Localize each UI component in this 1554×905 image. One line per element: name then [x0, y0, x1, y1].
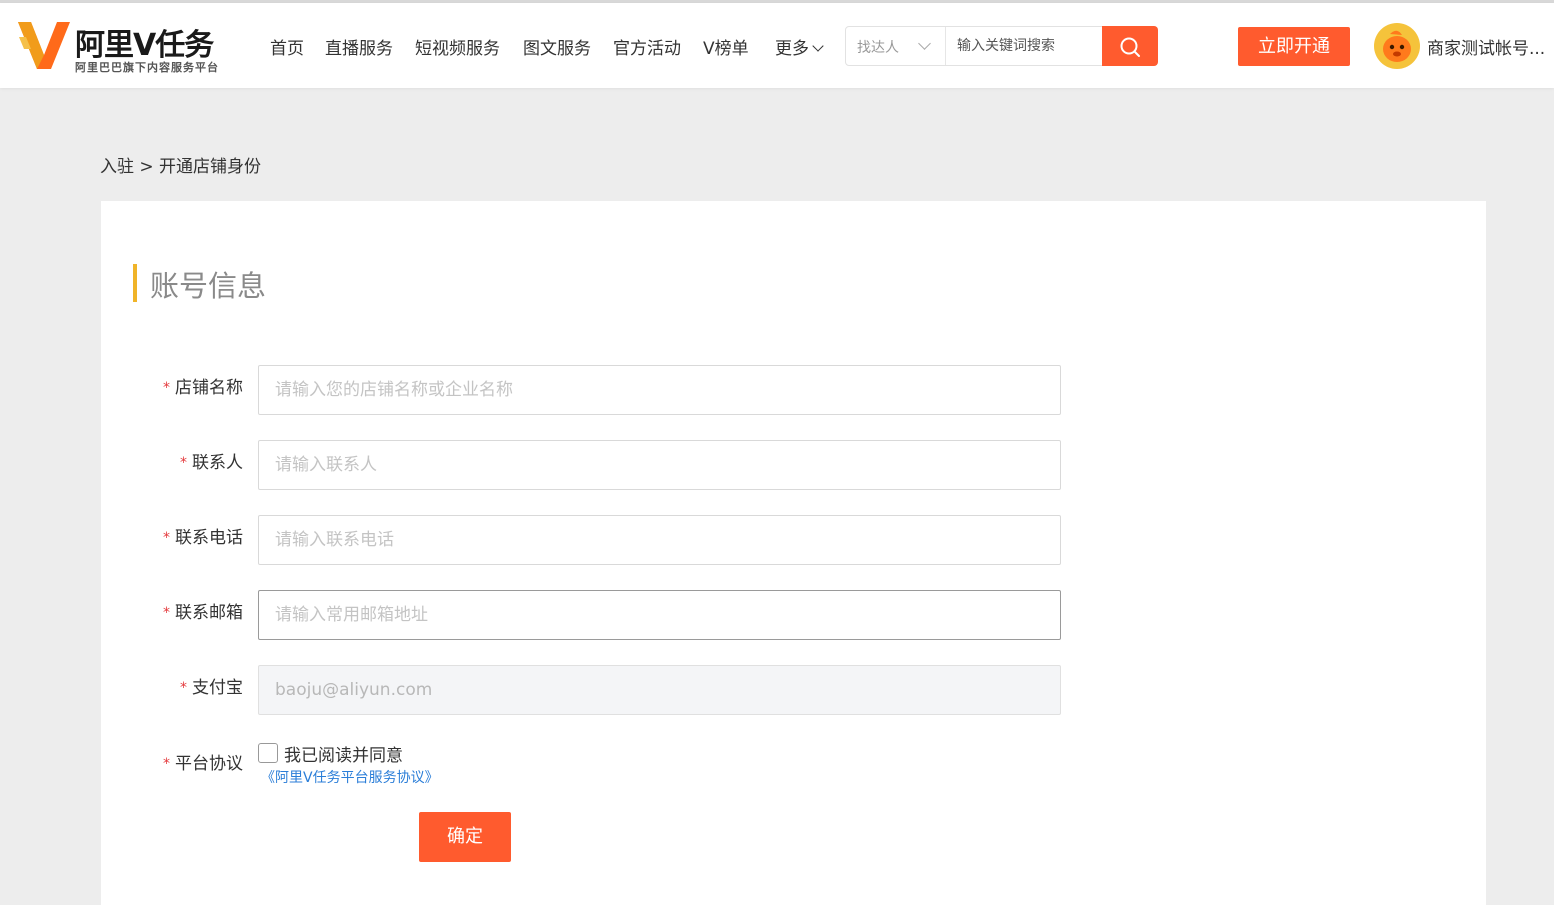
section-title: 账号信息 — [150, 269, 267, 303]
form-row-phone: * 联系电话 — [101, 515, 1101, 567]
chevron-down-icon — [812, 40, 824, 52]
form-row-shop-name: * 店铺名称 — [101, 365, 1101, 417]
email-input[interactable] — [258, 590, 1061, 640]
chevron-down-icon — [918, 37, 931, 50]
form-row-agreement: * 平台协议 我已阅读并同意 《阿里V任务平台服务协议》 — [101, 741, 1101, 801]
v-logo-icon — [18, 22, 70, 69]
contact-name-input[interactable] — [258, 440, 1061, 490]
field-label: * 联系人 — [180, 448, 243, 473]
agreement-text[interactable]: 我已阅读并同意 — [284, 741, 403, 766]
nav-item-v-ranking[interactable]: V榜单 — [703, 34, 749, 59]
brand-logo[interactable]: 阿里V任务 阿里巴巴旗下内容服务平台 — [17, 19, 247, 77]
field-label-text: 联系电话 — [175, 528, 243, 548]
nav-item-graphic[interactable]: 图文服务 — [523, 34, 591, 59]
breadcrumb: 入驻 > 开通店铺身份 — [100, 157, 262, 177]
field-label-text: 支付宝 — [192, 678, 243, 698]
search-type-label: 找达人 — [857, 40, 899, 56]
required-mark: * — [163, 605, 170, 621]
field-label-text: 平台协议 — [175, 754, 243, 774]
nav-item-short-video[interactable]: 短视频服务 — [415, 34, 500, 59]
alipay-field: baoju@aliyun.com — [258, 665, 1061, 715]
required-mark: * — [163, 380, 170, 396]
search-icon — [1120, 37, 1140, 57]
field-label: * 店铺名称 — [163, 373, 243, 398]
brand-subtitle: 阿里巴巴旗下内容服务平台 — [75, 61, 219, 74]
agreement-link[interactable]: 《阿里V任务平台服务协议》 — [261, 767, 439, 787]
open-now-button[interactable]: 立即开通 — [1238, 27, 1350, 66]
form-row-contact: * 联系人 — [101, 440, 1101, 492]
nav-item-activities[interactable]: 官方活动 — [613, 34, 681, 59]
username[interactable]: 商家测试帐号... — [1427, 34, 1545, 59]
phone-input[interactable] — [258, 515, 1061, 565]
search-bar: 找达人 — [845, 26, 1158, 66]
nav-more-label: 更多 — [775, 39, 809, 59]
agreement-checkbox[interactable] — [258, 743, 278, 763]
nav-item-home[interactable]: 首页 — [270, 34, 304, 59]
confirm-button[interactable]: 确定 — [419, 812, 511, 862]
site-header: 阿里V任务 阿里巴巴旗下内容服务平台 首页 直播服务 短视频服务 图文服务 官方… — [0, 3, 1554, 88]
nav-item-live[interactable]: 直播服务 — [325, 34, 393, 59]
brand-title: 阿里V任务 — [75, 28, 214, 63]
required-mark: * — [163, 530, 170, 546]
search-input[interactable] — [947, 27, 1102, 65]
user-avatar[interactable] — [1374, 23, 1420, 69]
field-label: * 联系电话 — [163, 523, 243, 548]
form-card: 账号信息 * 店铺名称 * 联系人 * 联系电话 * 联系邮箱 * 支付宝 baoju@a… — [101, 201, 1486, 905]
field-label: * 联系邮箱 — [163, 598, 243, 623]
shop-name-input[interactable] — [258, 365, 1061, 415]
search-type-select[interactable]: 找达人 — [846, 27, 946, 65]
field-label: * 支付宝 — [180, 673, 243, 698]
nav-item-more[interactable]: 更多 — [775, 34, 824, 59]
form-row-email: * 联系邮箱 — [101, 590, 1101, 642]
search-button[interactable] — [1102, 26, 1158, 66]
required-mark: * — [163, 756, 170, 772]
required-mark: * — [180, 680, 187, 696]
field-label-text: 联系邮箱 — [175, 603, 243, 623]
field-label-text: 联系人 — [192, 453, 243, 473]
section-accent-bar — [133, 264, 137, 302]
field-label: * 平台协议 — [163, 749, 243, 774]
field-label-text: 店铺名称 — [175, 378, 243, 398]
form-row-alipay: * 支付宝 baoju@aliyun.com — [101, 665, 1101, 717]
required-mark: * — [180, 455, 187, 471]
